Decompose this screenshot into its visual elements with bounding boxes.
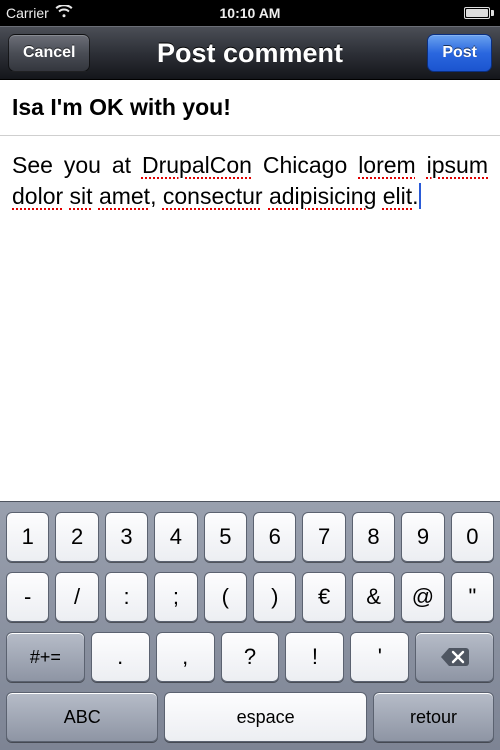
key-period[interactable]: .: [91, 632, 150, 682]
key-row-2: - / : ; ( ) € & @ ": [6, 572, 494, 622]
key-comma[interactable]: ,: [156, 632, 215, 682]
key-space[interactable]: espace: [164, 692, 367, 742]
key-3[interactable]: 3: [105, 512, 148, 562]
spell-word: sit: [70, 183, 93, 209]
battery-icon: [464, 7, 494, 19]
key-question[interactable]: ?: [221, 632, 280, 682]
key-9[interactable]: 9: [401, 512, 444, 562]
spell-word: dolor: [12, 183, 63, 209]
key-1[interactable]: 1: [6, 512, 49, 562]
spell-word: DrupalCon: [142, 152, 252, 178]
key-row-3: #+= . , ? ! ': [6, 632, 494, 682]
backspace-icon: [440, 647, 470, 667]
spell-word: adipisicing: [269, 183, 376, 209]
key-8[interactable]: 8: [352, 512, 395, 562]
nav-bar: Cancel Post comment Post: [0, 26, 500, 80]
spell-word: ipsum: [427, 152, 488, 178]
key-return[interactable]: retour: [373, 692, 494, 742]
key-row-1: 1 2 3 4 5 6 7 8 9 0: [6, 512, 494, 562]
key-euro[interactable]: €: [302, 572, 345, 622]
key-semicolon[interactable]: ;: [154, 572, 197, 622]
spell-word: amet: [99, 183, 150, 209]
key-row-4: ABC espace retour: [6, 692, 494, 742]
text-cursor: [419, 183, 421, 209]
key-2[interactable]: 2: [55, 512, 98, 562]
key-dash[interactable]: -: [6, 572, 49, 622]
body-text: Chicago: [252, 152, 358, 178]
key-ampersand[interactable]: &: [352, 572, 395, 622]
key-paren-close[interactable]: ): [253, 572, 296, 622]
key-colon[interactable]: :: [105, 572, 148, 622]
carrier-label: Carrier: [6, 5, 49, 21]
key-7[interactable]: 7: [302, 512, 345, 562]
spell-word: elit: [383, 183, 412, 209]
comment-subject-input[interactable]: Isa I'm OK with you!: [0, 80, 500, 136]
key-apostrophe[interactable]: ': [350, 632, 409, 682]
key-quote[interactable]: ": [451, 572, 494, 622]
key-5[interactable]: 5: [204, 512, 247, 562]
key-6[interactable]: 6: [253, 512, 296, 562]
body-text: See you at: [12, 152, 142, 178]
cancel-button[interactable]: Cancel: [8, 34, 90, 72]
spell-word: lorem: [358, 152, 416, 178]
key-0[interactable]: 0: [451, 512, 494, 562]
key-paren-open[interactable]: (: [204, 572, 247, 622]
post-button[interactable]: Post: [427, 34, 492, 72]
key-symbols[interactable]: #+=: [6, 632, 85, 682]
key-exclaim[interactable]: !: [285, 632, 344, 682]
spell-word: consectur: [163, 183, 263, 209]
keyboard: 1 2 3 4 5 6 7 8 9 0 - / : ; ( ) € & @ " …: [0, 501, 500, 750]
key-abc[interactable]: ABC: [6, 692, 158, 742]
key-backspace[interactable]: [415, 632, 494, 682]
key-slash[interactable]: /: [55, 572, 98, 622]
status-bar: Carrier 10:10 AM: [0, 0, 500, 26]
key-at[interactable]: @: [401, 572, 444, 622]
wifi-icon: [55, 5, 73, 21]
key-4[interactable]: 4: [154, 512, 197, 562]
